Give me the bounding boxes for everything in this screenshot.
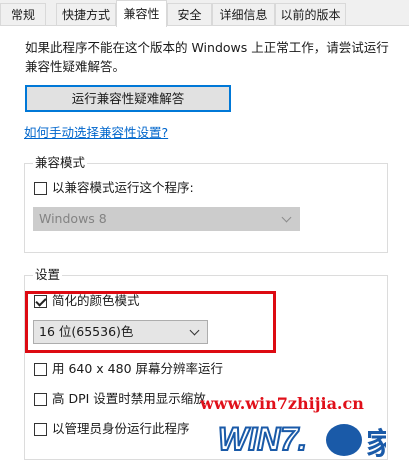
reduced-color-checkbox[interactable]	[34, 295, 47, 308]
compatibility-description: 如果此程序不能在这个版本的 Windows 上正常工作，请尝试运行兼容性疑难解答…	[25, 40, 389, 74]
disable-dpi-scaling-checkbox[interactable]	[34, 393, 47, 406]
tab-compatibility[interactable]: 兼容性	[116, 0, 167, 27]
win7-logo-icon: WIN7. 家	[217, 420, 386, 462]
run-as-admin-label: 以管理员身份运行此程序	[52, 421, 190, 436]
logo-char: 家	[366, 427, 386, 462]
tab-shortcut[interactable]: 快捷方式	[56, 3, 116, 25]
tab-strip: 常规 快捷方式 兼容性 安全 详细信息 以前的版本	[0, 0, 409, 27]
logo-text: WIN7.	[218, 421, 307, 457]
settings-title: 设置	[33, 267, 63, 283]
tab-security[interactable]: 安全	[167, 3, 212, 25]
logo-circle	[326, 424, 362, 456]
resolution-640-checkbox[interactable]	[34, 363, 47, 376]
watermark-url: www.win7zhijia.cn	[200, 394, 364, 413]
tab-details[interactable]: 详细信息	[212, 3, 275, 25]
disable-dpi-scaling-label: 高 DPI 设置时禁用显示缩放	[52, 391, 206, 406]
resolution-640-label: 用 640 x 480 屏幕分辨率运行	[52, 361, 224, 376]
color-depth-value: 16 位(65536)色	[39, 324, 134, 339]
tab-previous-versions[interactable]: 以前的版本	[275, 3, 346, 25]
color-depth-select[interactable]: 16 位(65536)色	[33, 320, 208, 344]
os-version-select[interactable]: Windows 8	[33, 207, 300, 231]
manual-settings-link[interactable]: 如何手动选择兼容性设置?	[24, 122, 168, 141]
compat-mode-label: 以兼容模式运行这个程序:	[52, 180, 194, 195]
run-troubleshooter-button[interactable]: 运行兼容性疑难解答	[25, 85, 231, 112]
os-version-value: Windows 8	[39, 211, 107, 226]
reduced-color-label: 简化的颜色模式	[52, 293, 140, 308]
tab-general[interactable]: 常规	[0, 3, 46, 25]
chevron-down-icon	[281, 212, 292, 223]
run-as-admin-checkbox[interactable]	[34, 423, 47, 436]
compat-mode-checkbox[interactable]	[34, 182, 47, 195]
compat-mode-title: 兼容模式	[33, 155, 88, 171]
chevron-down-icon	[189, 325, 200, 336]
